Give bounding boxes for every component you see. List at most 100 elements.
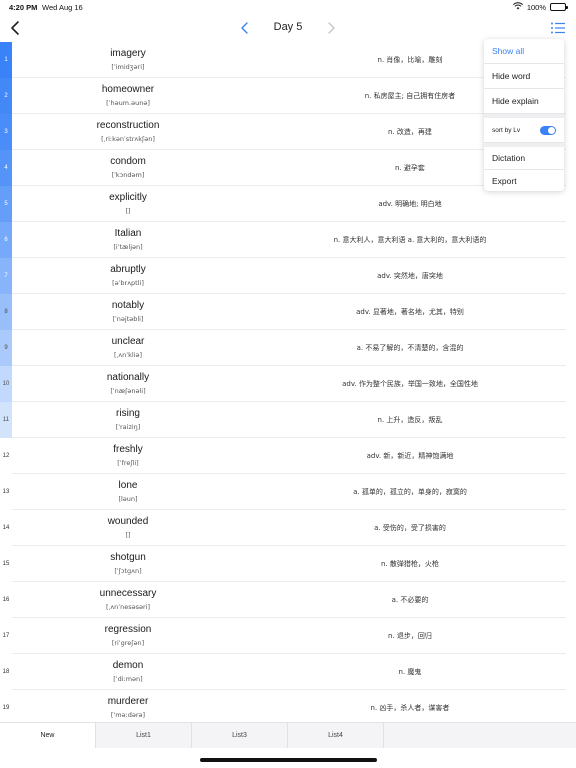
word-text: freshly xyxy=(113,444,143,455)
row-level-index: 8 xyxy=(0,294,12,330)
word-row[interactable]: 17 regression [riˈgreʃən] n. 退步，回归 xyxy=(0,618,576,654)
word-text: unclear xyxy=(111,336,145,347)
row-level-index: 4 xyxy=(0,150,12,186)
word-text: shotgun xyxy=(110,552,146,563)
battery-icon xyxy=(550,3,568,11)
previous-day-icon[interactable] xyxy=(238,20,252,36)
row-level-index: 5 xyxy=(0,186,12,222)
word-row[interactable]: 11 rising [ˈraiziŋ] n. 上升，造反，叛乱 xyxy=(0,402,576,438)
word-phonetic: [ˌriːkənˈstrʌkʃən] xyxy=(101,135,155,143)
word-explain: n. 退步，回归 xyxy=(388,632,432,640)
word-row[interactable]: 16 unnecessary [ˌʌnˈnesəsəri] a. 不必要的 xyxy=(0,582,576,618)
word-phonetic: [] xyxy=(125,531,131,539)
list-menu-icon[interactable] xyxy=(550,20,566,36)
word-text: nationally xyxy=(106,372,150,383)
word-text: wounded xyxy=(107,516,149,527)
tab-list3[interactable]: List3 xyxy=(192,723,288,748)
word-explain: a. 不易了解的，不清楚的，含混的 xyxy=(356,344,464,352)
word-text: reconstruction xyxy=(96,120,160,131)
word-explain: adv. 突然地，唐突地 xyxy=(377,272,443,280)
tab-new[interactable]: New xyxy=(0,723,96,748)
page-title: Day 5 xyxy=(273,21,303,33)
tab-list4[interactable]: List4 xyxy=(288,723,384,748)
word-phonetic: [ˈʃɔtgʌn] xyxy=(114,567,142,575)
word-explain: a. 孤单的，孤立的，单身的，寂寞的 xyxy=(353,488,467,496)
word-explain: adv. 新，新近，精神饱满地 xyxy=(366,452,454,460)
word-row[interactable]: 19 murderer [ˈməːdərə] n. 凶手，杀人者，谋害者 xyxy=(0,690,576,722)
menu-show-all[interactable]: Show all xyxy=(484,39,564,64)
word-row[interactable]: 10 nationally [ˈnæʃənəli] adv. 作为整个民族，举国一致地… xyxy=(0,366,576,402)
word-row[interactable]: 18 demon [ˈdiːmən] n. 魔鬼 xyxy=(0,654,576,690)
word-text: regression xyxy=(104,624,152,635)
row-level-index: 7 xyxy=(0,258,12,294)
nav-bar: Day 5 xyxy=(0,14,576,42)
row-level-index: 15 xyxy=(2,561,10,567)
menu-export[interactable]: Export xyxy=(484,170,564,191)
word-row[interactable]: 8 notably [ˈnəjtəbli] adv. 显著地，著名地，尤其，特别 xyxy=(0,294,576,330)
word-explain: adv. 显著地，著名地，尤其，特别 xyxy=(356,308,464,316)
row-level-index: 11 xyxy=(0,402,12,438)
sort-by-lv-toggle[interactable] xyxy=(540,126,556,135)
list-tab-bar: New List1 List3 List4 xyxy=(0,722,576,748)
word-text: condom xyxy=(110,156,146,167)
word-row[interactable]: 14 wounded [] a. 受伤的，受了损害的 xyxy=(0,510,576,546)
word-explain: a. 不必要的 xyxy=(391,596,429,604)
word-phonetic: [ləun] xyxy=(118,495,138,503)
tab-list1[interactable]: List1 xyxy=(96,723,192,748)
word-phonetic: [ˈməːdərə] xyxy=(110,711,146,719)
row-level-index: 1 xyxy=(0,42,12,78)
row-level-index: 14 xyxy=(2,525,10,531)
word-phonetic: [əˈbrʌptli] xyxy=(112,279,144,287)
word-explain: n. 散弹猎枪，火枪 xyxy=(381,560,439,568)
word-phonetic: [ˈnəjtəbli] xyxy=(112,315,144,323)
row-level-index: 17 xyxy=(2,633,10,639)
word-text: unnecessary xyxy=(99,588,157,599)
options-menu: Show all Hide word Hide explain sort by … xyxy=(484,39,564,191)
word-row[interactable]: 13 lone [ləun] a. 孤单的，孤立的，单身的，寂寞的 xyxy=(0,474,576,510)
word-phonetic: [ˈimidʒəri] xyxy=(111,63,145,71)
wifi-icon xyxy=(512,2,523,12)
word-explain: adv. 明确地; 明白地 xyxy=(378,200,442,208)
row-level-index: 16 xyxy=(2,597,10,603)
word-text: imagery xyxy=(110,48,146,59)
word-phonetic: [ˌʌnˈkliə] xyxy=(114,351,142,359)
back-chevron-icon[interactable] xyxy=(8,19,24,37)
word-row[interactable]: 9 unclear [ˌʌnˈkliə] a. 不易了解的，不清楚的，含混的 xyxy=(0,330,576,366)
word-row[interactable]: 15 shotgun [ˈʃɔtgʌn] n. 散弹猎枪，火枪 xyxy=(0,546,576,582)
status-bar: 4:20 PM Wed Aug 16 100% xyxy=(0,0,576,14)
word-text: rising xyxy=(116,408,140,419)
word-explain: n. 凶手，杀人者，谋害者 xyxy=(370,704,450,712)
menu-hide-explain[interactable]: Hide explain xyxy=(484,89,564,114)
word-phonetic: [] xyxy=(125,207,131,215)
row-level-index: 9 xyxy=(0,330,12,366)
word-explain: a. 受伤的，受了损害的 xyxy=(374,524,446,532)
word-explain: n. 魔鬼 xyxy=(398,668,422,676)
word-row[interactable]: 7 abruptly [əˈbrʌptli] adv. 突然地，唐突地 xyxy=(0,258,576,294)
word-explain: adv. 作为整个民族，举国一致地，全国性地 xyxy=(342,380,478,388)
word-phonetic: [ˈdiːmən] xyxy=(113,675,143,683)
next-day-icon xyxy=(324,20,338,36)
row-level-index: 13 xyxy=(2,489,10,495)
status-time: 4:20 PM xyxy=(9,3,38,12)
row-level-index: 2 xyxy=(0,78,12,114)
word-text: murderer xyxy=(107,696,149,707)
word-explain: n. 上升，造反，叛乱 xyxy=(377,416,443,424)
word-text: notably xyxy=(111,300,145,311)
menu-dictation[interactable]: Dictation xyxy=(484,147,564,170)
word-text: Italian xyxy=(114,228,142,239)
row-level-index: 3 xyxy=(0,114,12,150)
menu-hide-word[interactable]: Hide word xyxy=(484,64,564,89)
menu-sort-by-lv[interactable]: sort by Lv xyxy=(484,118,564,143)
word-text: demon xyxy=(112,660,144,671)
word-phonetic: [iˈtæljən] xyxy=(113,243,143,251)
word-text: homeowner xyxy=(101,84,155,95)
word-row[interactable]: 6 Italian [iˈtæljən] n. 意大利人，意大利语 a. 意大利的，意… xyxy=(0,222,576,258)
word-phonetic: [ˈkɔndəm] xyxy=(111,171,145,179)
word-text: explicitly xyxy=(109,192,147,203)
row-level-index: 12 xyxy=(2,453,10,459)
word-phonetic: [ˌʌnˈnesəsəri] xyxy=(106,603,150,611)
word-row[interactable]: 12 freshly [ˈfreʃli] adv. 新，新近，精神饱满地 xyxy=(0,438,576,474)
home-indicator xyxy=(200,758,377,762)
row-level-index: 18 xyxy=(2,669,10,675)
word-row[interactable]: 5 explicitly [] adv. 明确地; 明白地 xyxy=(0,186,576,222)
